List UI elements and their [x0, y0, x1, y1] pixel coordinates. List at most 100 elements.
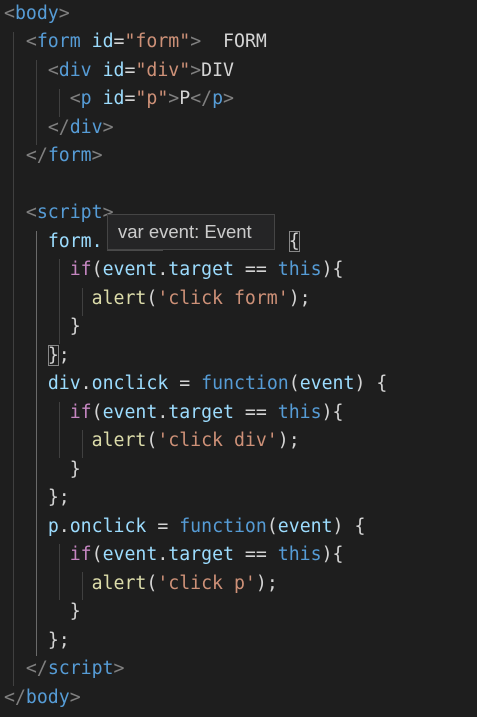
matched-bracket: } [47, 344, 59, 366]
tag-bracket: > [91, 145, 103, 166]
tag-name: div [69, 116, 103, 138]
code-token: } [69, 601, 81, 622]
code-line: }; [4, 484, 70, 512]
code-line: } [4, 598, 81, 626]
tag-bracket: </ [47, 116, 70, 138]
code-line: }; [4, 342, 70, 370]
text-content: FORM [201, 31, 267, 52]
code-line: </form> [4, 142, 103, 170]
code-line: <form id="form"> FORM [4, 28, 267, 56]
code-token: ( [91, 401, 103, 423]
code-line: alert('click p'); [4, 570, 278, 598]
attr-name: id [91, 31, 114, 52]
code-line: <p id="p">P</p> [4, 85, 234, 113]
attr-value: "div" [135, 59, 191, 81]
code-token: ; [58, 344, 70, 366]
keyword: function [179, 515, 267, 537]
code-token: . [58, 515, 70, 537]
tag-name: body [25, 686, 70, 708]
code-token: ){ [321, 259, 344, 280]
tag-bracket: < [25, 202, 37, 223]
tag-bracket: </ [4, 686, 26, 708]
code-line: alert('click div'); [4, 427, 300, 455]
variable: p [47, 515, 59, 537]
tag-bracket: > [58, 3, 70, 24]
function-call: alert [91, 572, 147, 594]
code-editor[interactable]: <body> <form id="form"> FORM <div id="di… [0, 0, 477, 717]
property: target [168, 544, 234, 565]
code-line: </div> [4, 114, 114, 142]
tag-bracket: > [113, 658, 125, 679]
code-line: if(event.target == this){ [4, 256, 344, 284]
parameter: event [277, 515, 333, 537]
code-line: <div id="div">DIV [4, 57, 234, 85]
code-line: p.onclick = function(event) { [4, 513, 366, 541]
tag-name: form [47, 145, 92, 166]
variable: event [102, 544, 158, 565]
keyword: function [201, 373, 289, 394]
operator: == [233, 401, 278, 423]
code-line: } [4, 456, 81, 484]
code-token: }; [47, 487, 70, 508]
code-line: if(event.target == this){ [4, 399, 344, 427]
code-line: <body> [4, 0, 70, 28]
text-content: DIV [201, 59, 234, 81]
tag-bracket: < [69, 88, 81, 109]
code-token: ( [91, 259, 103, 280]
function-call: alert [91, 287, 147, 309]
tag-bracket: > [223, 88, 234, 109]
code-token: ( [146, 430, 158, 451]
operator: = [146, 515, 180, 537]
tag-bracket: > [69, 686, 81, 708]
operator: = [168, 373, 202, 394]
code-token: ( [288, 373, 300, 394]
property: target [168, 401, 234, 423]
code-line: alert('click form'); [4, 285, 311, 313]
operator: == [233, 259, 278, 280]
code-token: ( [91, 544, 103, 565]
matched-bracket: { [288, 230, 300, 252]
equals: = [113, 31, 125, 52]
keyword: if [69, 259, 92, 280]
code-token: . [157, 401, 169, 423]
code-token: } [69, 316, 81, 337]
code-token: form. [47, 230, 103, 252]
text-content: P [179, 88, 191, 109]
variable: event [102, 401, 158, 423]
tag-bracket: </ [25, 145, 48, 166]
code-token: }; [47, 629, 70, 651]
code-token: . [157, 544, 169, 565]
code-line: </body> [4, 684, 81, 712]
hover-tooltip: var event: Event [107, 214, 275, 250]
property: onclick [91, 373, 169, 394]
tag-name: form [36, 31, 81, 52]
tag-bracket: < [4, 3, 15, 24]
code-line: } [4, 313, 81, 341]
keyword: this [277, 259, 322, 280]
code-token: . [80, 373, 92, 394]
property: target [168, 259, 234, 280]
string-literal: 'click p' [157, 572, 256, 594]
code-line: <script> [4, 199, 114, 227]
parameter: event [299, 373, 355, 394]
keyword: if [69, 544, 92, 565]
tag-bracket: </ [190, 88, 213, 109]
tag-name: p [212, 88, 224, 109]
tag-bracket: < [47, 59, 59, 81]
code-token: ( [266, 515, 278, 537]
code-token: ); [255, 572, 278, 594]
code-token: ){ [321, 401, 344, 423]
keyword: if [69, 401, 92, 423]
code-line: if(event.target == this){ [4, 541, 344, 569]
keyword: this [277, 544, 322, 565]
tag-bracket: > [102, 116, 114, 138]
tag-bracket: </ [25, 658, 48, 679]
tag-name: script [47, 658, 114, 679]
code-line: div.onclick = function(event) { [4, 370, 388, 398]
keyword: this [277, 401, 322, 423]
code-token: } [69, 458, 81, 480]
code-token: ) { [354, 373, 388, 394]
